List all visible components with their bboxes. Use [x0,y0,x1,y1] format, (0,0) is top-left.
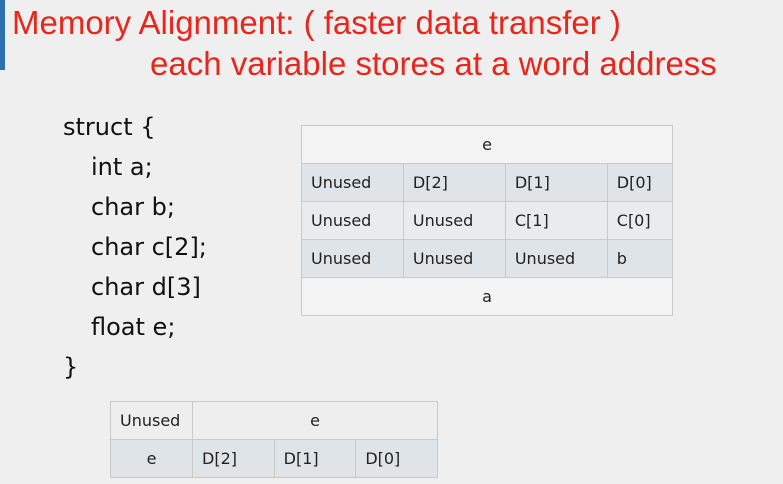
table-cell: Unused [301,163,404,202]
table-cell: Unused [402,239,506,278]
table-cell: e [301,125,673,164]
code-line: char d[3] [91,273,201,301]
table-cell: Unused [301,201,404,240]
table-cell: Unused [504,239,608,278]
table-cell: D[2] [402,163,506,202]
table-cell: Unused [110,401,193,440]
table-cell: C[1] [504,201,608,240]
code-line: char b; [91,193,175,221]
code-line: float e; [91,313,176,341]
code-line: struct { [63,113,156,141]
table-cell: D[1] [504,163,608,202]
table-cell: D[0] [606,163,674,202]
slide-accent-bar [0,0,5,70]
slide-subtitle: each variable stores at a word address [150,45,717,82]
code-line: char c[2]; [91,233,207,261]
table-cell: b [606,239,674,278]
slide-title: Memory Alignment: ( faster data transfer… [12,4,621,41]
packed-layout-table: Unused e e D[2] D[1] D[0] [110,401,438,478]
table-cell: D[0] [355,439,438,478]
table-cell: e [192,401,438,440]
table-cell: D[1] [273,439,357,478]
table-cell: e [110,439,193,478]
table-cell: a [301,277,673,316]
table-cell: Unused [402,201,506,240]
code-line: int a; [91,153,153,181]
memory-layout-table: e Unused D[2] D[1] D[0] Unused Unused C[… [301,125,674,316]
table-cell: D[2] [192,439,275,478]
code-line: } [63,353,79,381]
table-cell: C[0] [606,201,674,240]
struct-code-block: struct { int a; char b; char c[2]; char … [63,107,207,387]
table-cell: Unused [301,239,404,278]
